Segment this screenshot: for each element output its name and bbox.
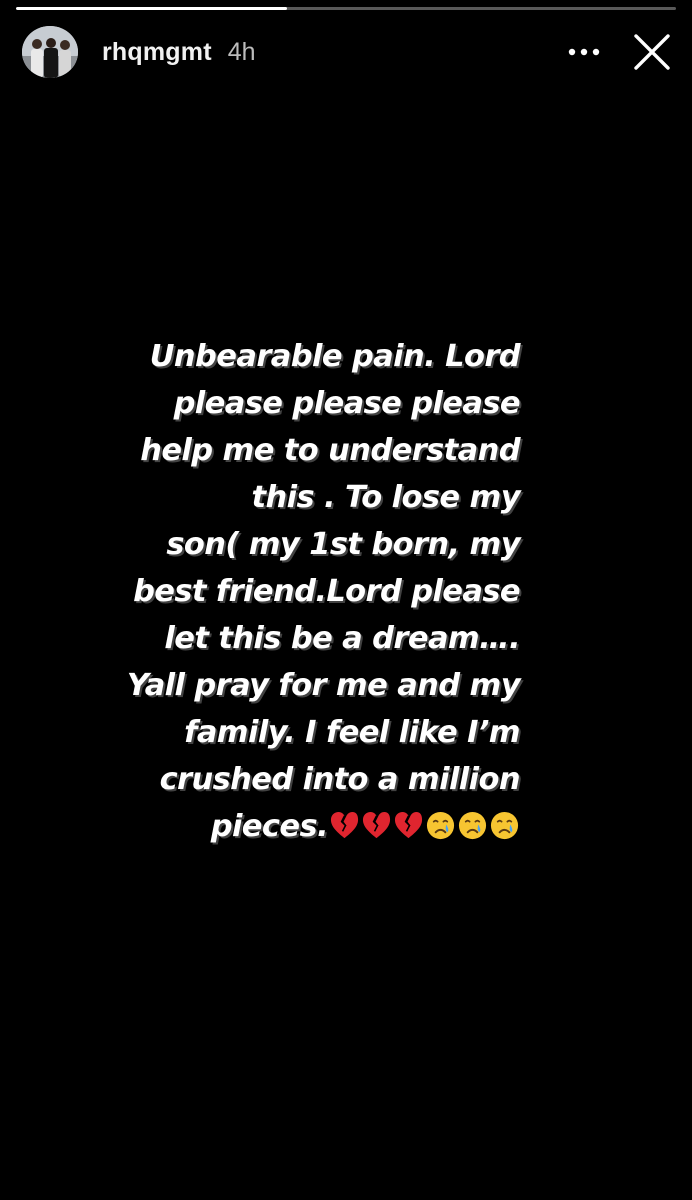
crying-face-emoji [426, 811, 455, 840]
story-header: rhqmgmt 4h [22, 26, 674, 78]
story-progress-bar [16, 7, 676, 10]
crying-face-emoji [490, 811, 519, 840]
broken-heart-emoji [394, 811, 423, 839]
close-icon [634, 34, 670, 70]
timestamp: 4h [227, 37, 256, 66]
story-text: Unbearable pain. Lord please please plea… [90, 333, 521, 850]
more-button[interactable] [564, 32, 604, 72]
crying-face-emoji [458, 811, 487, 840]
close-button[interactable] [630, 30, 674, 74]
emoji-row [328, 809, 520, 844]
avatar[interactable] [22, 26, 78, 78]
story-progress-fill [16, 7, 287, 10]
story-text-body: Unbearable pain. Lord please please plea… [126, 339, 521, 844]
broken-heart-emoji [330, 811, 359, 839]
more-horizontal-icon [568, 48, 600, 56]
broken-heart-emoji [362, 811, 391, 839]
username[interactable]: rhqmgmt [102, 38, 212, 67]
